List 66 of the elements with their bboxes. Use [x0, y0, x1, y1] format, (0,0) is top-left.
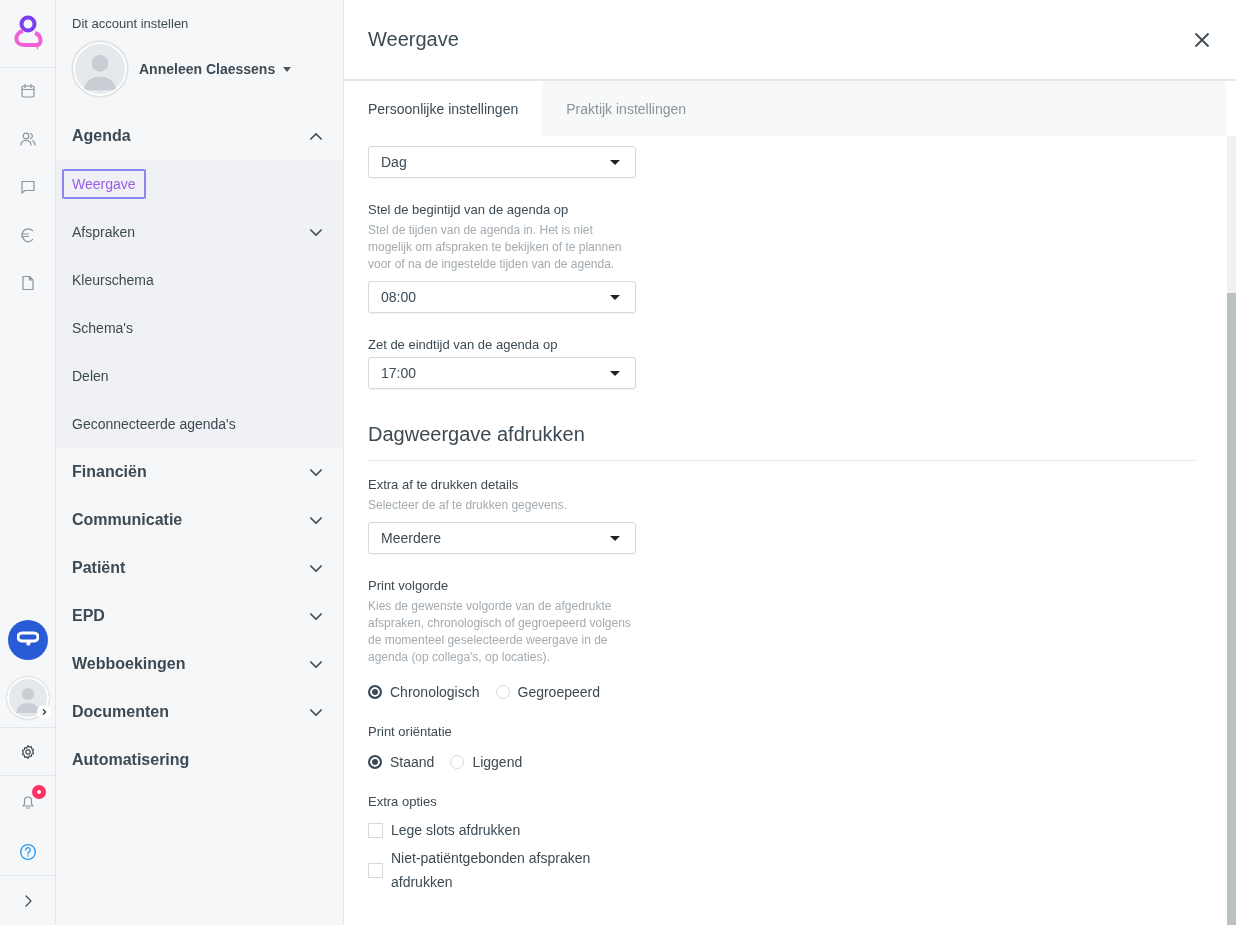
chat-icon[interactable]: [19, 179, 36, 195]
checkbox-label: Lege slots afdrukken: [391, 821, 522, 840]
user-name-dropdown[interactable]: Anneleen Claessens: [139, 61, 292, 77]
radio-label: Staand: [390, 754, 435, 770]
radio-button[interactable]: [368, 685, 382, 699]
chevron-down-icon: [309, 563, 323, 573]
field-label: Print oriëntatie: [368, 724, 453, 740]
menu-item[interactable]: Afspraken: [62, 217, 146, 247]
calendar-icon[interactable]: [19, 83, 36, 99]
section-heading: Dagweergave afdrukken: [368, 423, 586, 446]
field-hint: Stel de tijden van de agenda in. Het is niet mogelijk om afspraken te bekijken of te plannen voor of na de ingestelde tijden van de agenda.: [368, 222, 623, 273]
caret-down-icon: [610, 370, 620, 376]
menu-section[interactable]: Documenten: [56, 688, 343, 736]
field-label: Zet de eindtijd van de agenda op: [368, 337, 559, 353]
close-icon[interactable]: [1194, 31, 1210, 48]
checkbox[interactable]: [368, 862, 383, 878]
chevron-down-icon[interactable]: [309, 227, 323, 237]
menu-section[interactable]: Agenda: [56, 112, 343, 160]
people-icon[interactable]: [19, 131, 36, 147]
document-icon[interactable]: [19, 275, 36, 291]
chevron-down-icon: [309, 467, 323, 477]
chat-support-button[interactable]: [7, 620, 48, 660]
menu-section[interactable]: Webboekingen: [56, 640, 343, 688]
radio-label: Chronologisch: [390, 684, 480, 700]
radio-label: Gegroepeerd: [517, 684, 600, 700]
select-field[interactable]: Dag: [368, 146, 636, 178]
menu-item[interactable]: Schema's: [62, 313, 144, 343]
field-hint: Kies de gewenste volgorde van de afgedrukte afspraken, chronologisch of gegroepeerd volgens de momenteel geselecteerde weergave in de agenda (op collega's, op locaties).: [368, 598, 632, 666]
euro-icon[interactable]: [19, 227, 36, 243]
radio-button[interactable]: [368, 755, 382, 769]
help-icon[interactable]: [18, 842, 37, 861]
caret-down-icon: [610, 294, 620, 300]
field-hint: Selecteer de af te drukken gegevens.: [368, 497, 568, 514]
menu-heading: Dit account instellen: [71, 15, 190, 32]
menu-section[interactable]: EPD: [56, 592, 343, 640]
menu-item[interactable]: Weergave: [62, 169, 146, 199]
menu-section[interactable]: Communicatie: [56, 496, 343, 544]
settings-icon[interactable]: [19, 743, 36, 760]
menu-section[interactable]: Financiën: [56, 448, 343, 496]
checkbox[interactable]: [368, 822, 383, 838]
select-field[interactable]: 08:00: [368, 281, 636, 313]
caret-down-icon: [610, 159, 620, 165]
select-field[interactable]: 17:00: [368, 357, 636, 389]
chevron-down-icon: [309, 611, 323, 621]
scrollbar-thumb[interactable]: [1227, 293, 1236, 925]
checkbox-label: Niet-patiëntgebonden afspraken afdrukken: [391, 849, 592, 892]
radio-label: Liggend: [472, 754, 523, 770]
menu-item[interactable]: Delen: [62, 361, 119, 391]
field-label: Print volgorde: [368, 578, 450, 594]
tab[interactable]: Persoonlijke instellingen: [344, 81, 543, 136]
select-field[interactable]: Meerdere: [368, 522, 636, 554]
menu-item[interactable]: Kleurschema: [62, 265, 164, 295]
chevron-down-icon: [309, 659, 323, 669]
panel-title: Weergave: [368, 28, 459, 51]
caret-down-icon: [283, 66, 292, 72]
field-label: Extra opties: [368, 794, 438, 810]
menu-item[interactable]: Geconnecteerde agenda's: [62, 409, 246, 439]
chevron-up-icon: [309, 131, 323, 141]
field-label: Stel de begintijd van de agenda op: [368, 202, 570, 218]
chevron-down-icon: [309, 515, 323, 525]
avatar[interactable]: [6, 677, 49, 719]
menu-section[interactable]: Automatisering: [56, 736, 343, 784]
field-label: Extra af te drukken details: [368, 477, 520, 493]
menu-section[interactable]: Patiënt: [56, 544, 343, 592]
caret-down-icon: [610, 535, 620, 541]
chevron-down-icon: [309, 707, 323, 717]
